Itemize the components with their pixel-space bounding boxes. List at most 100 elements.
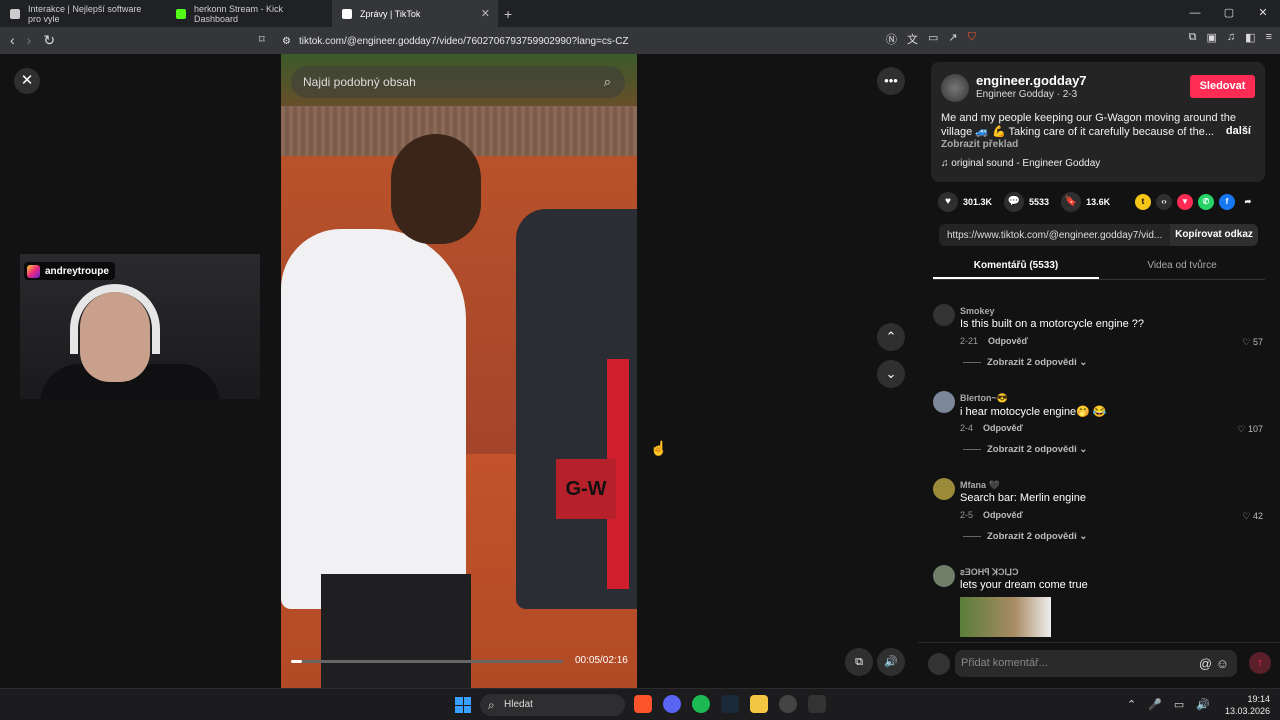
- windows-start-icon[interactable]: [455, 697, 471, 713]
- share-arrow-icon[interactable]: ➦: [1240, 194, 1256, 210]
- instagram-handle-badge: andreytroupe: [24, 262, 115, 280]
- volume-button[interactable]: 🔊: [877, 648, 905, 676]
- url-text: tiktok.com/@engineer.godday7/video/76027…: [298, 35, 629, 47]
- translate-icon[interactable]: 文: [907, 31, 918, 47]
- follow-button[interactable]: Sledovat: [1190, 75, 1255, 98]
- video-progress-bar[interactable]: [291, 660, 563, 663]
- maximize-button[interactable]: ▢: [1212, 0, 1246, 27]
- copy-link-button[interactable]: Kopírovat odkaz: [1170, 224, 1258, 246]
- media-icon[interactable]: ♫: [1227, 31, 1235, 44]
- search-icon[interactable]: ⌕: [604, 74, 611, 90]
- reply-button[interactable]: Odpověď: [983, 510, 1023, 520]
- brave-shield-icon[interactable]: ⛉: [968, 31, 976, 47]
- comment-user[interactable]: ꙅƎOHꟼ ꓘƆI⅃Ɔ: [960, 567, 1019, 578]
- url-field[interactable]: ⚙ tiktok.com/@engineer.godday7/video/760…: [282, 32, 629, 50]
- comment-user[interactable]: Mfana 🖤: [960, 480, 1000, 491]
- comment-like[interactable]: ♡ 57: [1242, 337, 1263, 348]
- forward-icon[interactable]: ›: [27, 32, 32, 49]
- tiktok-video-page: ✕ andreytroupe G-W Najdi podobný obsah ⌕…: [0, 54, 1280, 688]
- new-tab-button[interactable]: +: [504, 6, 512, 22]
- commenter-avatar[interactable]: [933, 478, 955, 500]
- reply-button[interactable]: Odpověď: [983, 423, 1023, 433]
- share-icon[interactable]: ↗: [948, 31, 957, 47]
- spotify-icon[interactable]: [692, 695, 710, 713]
- tab-interakce[interactable]: Interakce | Nejlepší software pro vyle: [0, 0, 166, 27]
- next-video-button[interactable]: ⌄: [877, 360, 905, 388]
- app-icon[interactable]: [779, 695, 797, 713]
- embed-icon[interactable]: ‹›: [1156, 194, 1172, 210]
- comment-user[interactable]: Smokey: [960, 306, 995, 316]
- translate-link[interactable]: Zobrazit překlad: [941, 139, 1018, 150]
- bookmark-icon[interactable]: ⌑: [259, 33, 265, 46]
- view-replies-button[interactable]: Zobrazit 2 odpovědi ⌄: [963, 444, 1087, 455]
- facebook-icon[interactable]: f: [1219, 194, 1235, 210]
- tab-comments[interactable]: Komentářů (5533): [933, 254, 1099, 279]
- system-clock[interactable]: 19:14 13.03.2026: [1225, 693, 1270, 717]
- sound-link[interactable]: ♫ original sound - Engineer Godday: [941, 158, 1100, 169]
- similar-content-search[interactable]: Najdi podobný obsah ⌕: [291, 66, 625, 98]
- engagement-stats: ♥ 301.3K 💬 5533 🔖 13.6K: [938, 192, 1122, 212]
- back-icon[interactable]: ‹: [10, 32, 15, 49]
- minimize-button[interactable]: —: [1178, 0, 1212, 27]
- close-video-button[interactable]: ✕: [14, 68, 40, 94]
- previous-video-button[interactable]: ⌃: [877, 323, 905, 351]
- comment-image[interactable]: [960, 597, 1051, 637]
- reload-icon[interactable]: ↻: [43, 32, 55, 49]
- comment-input[interactable]: Přidat komentář... @ ☺: [955, 650, 1237, 677]
- send-comment-button[interactable]: ↑: [1249, 652, 1271, 674]
- tab-kick-dashboard[interactable]: herkonn Stream - Kick Dashboard: [166, 0, 332, 27]
- taskbar-search[interactable]: Hledat: [480, 694, 625, 716]
- commenter-avatar[interactable]: [933, 391, 955, 413]
- video-player[interactable]: G-W Najdi podobný obsah ⌕ 00:05/02:16: [281, 54, 637, 688]
- file-explorer-icon[interactable]: [750, 695, 768, 713]
- steam-icon[interactable]: [721, 695, 739, 713]
- bookmark-icon[interactable]: 🔖: [1061, 192, 1082, 212]
- view-replies-button[interactable]: Zobrazit 2 odpovědi ⌄: [963, 531, 1087, 542]
- tab-creator-videos[interactable]: Videa od tvůrce: [1099, 254, 1265, 279]
- no-translate-icon[interactable]: Ⓝ: [886, 31, 897, 47]
- mention-emoji-icon[interactable]: @ ☺: [1199, 650, 1229, 677]
- close-window-button[interactable]: ✕: [1246, 0, 1280, 27]
- tray-chevron-icon[interactable]: ⌃: [1127, 698, 1136, 711]
- wallet-icon[interactable]: ▣: [1207, 31, 1217, 44]
- more-link[interactable]: další: [1226, 125, 1251, 137]
- creator-subline: Engineer Godday · 2-3: [976, 89, 1078, 100]
- network-icon[interactable]: ▭: [1174, 698, 1184, 711]
- speaker-icon[interactable]: 🔊: [1196, 698, 1210, 711]
- creator-avatar[interactable]: [941, 74, 969, 102]
- tab-tiktok[interactable]: Zprávy | TikTok ✕: [332, 0, 498, 27]
- extensions-icon[interactable]: ⧉: [1189, 31, 1197, 44]
- sidebar-icon[interactable]: ◧: [1245, 31, 1255, 44]
- person-pants: [321, 574, 471, 688]
- comment-text: Search bar: Merlin engine: [960, 492, 1086, 504]
- comment-user[interactable]: Blerton~😎: [960, 393, 1008, 404]
- comment-like[interactable]: ♡ 107: [1237, 424, 1263, 435]
- creator-username[interactable]: engineer.godday7: [976, 73, 1087, 88]
- comment-icon[interactable]: 💬: [1004, 192, 1025, 212]
- commenter-avatar[interactable]: [933, 565, 955, 587]
- app-icon[interactable]: [808, 695, 826, 713]
- clock-time: 19:14: [1247, 694, 1270, 704]
- reply-button[interactable]: Odpověď: [988, 336, 1028, 346]
- share-buttons: t ‹› ▼ ✆ f ➦: [1135, 194, 1256, 210]
- discord-icon[interactable]: [663, 695, 681, 713]
- close-tab-icon[interactable]: ✕: [481, 7, 490, 20]
- send-icon[interactable]: ▼: [1177, 194, 1193, 210]
- pip-button[interactable]: ⧉: [845, 648, 873, 676]
- clock-date: 13.03.2026: [1224, 706, 1270, 716]
- like-icon[interactable]: ♥: [938, 192, 958, 212]
- collab-icon[interactable]: t: [1135, 194, 1151, 210]
- cast-icon[interactable]: ▭: [928, 31, 938, 47]
- whatsapp-icon[interactable]: ✆: [1198, 194, 1214, 210]
- view-replies-button[interactable]: Zobrazit 2 odpovědi ⌄: [963, 357, 1087, 368]
- view-replies-label: Zobrazit 2 odpovědi: [987, 444, 1077, 455]
- menu-icon[interactable]: ≡: [1266, 31, 1272, 44]
- brave-icon[interactable]: [634, 695, 652, 713]
- comment-list: Smokey Is this built on a motorcycle eng…: [933, 299, 1265, 639]
- more-options-button[interactable]: •••: [877, 67, 905, 95]
- headphones: [70, 284, 160, 354]
- comment-like[interactable]: ♡ 42: [1242, 511, 1263, 522]
- site-info-icon[interactable]: ⚙: [282, 36, 291, 47]
- commenter-avatar[interactable]: [933, 304, 955, 326]
- microphone-icon[interactable]: 🎤: [1148, 698, 1162, 711]
